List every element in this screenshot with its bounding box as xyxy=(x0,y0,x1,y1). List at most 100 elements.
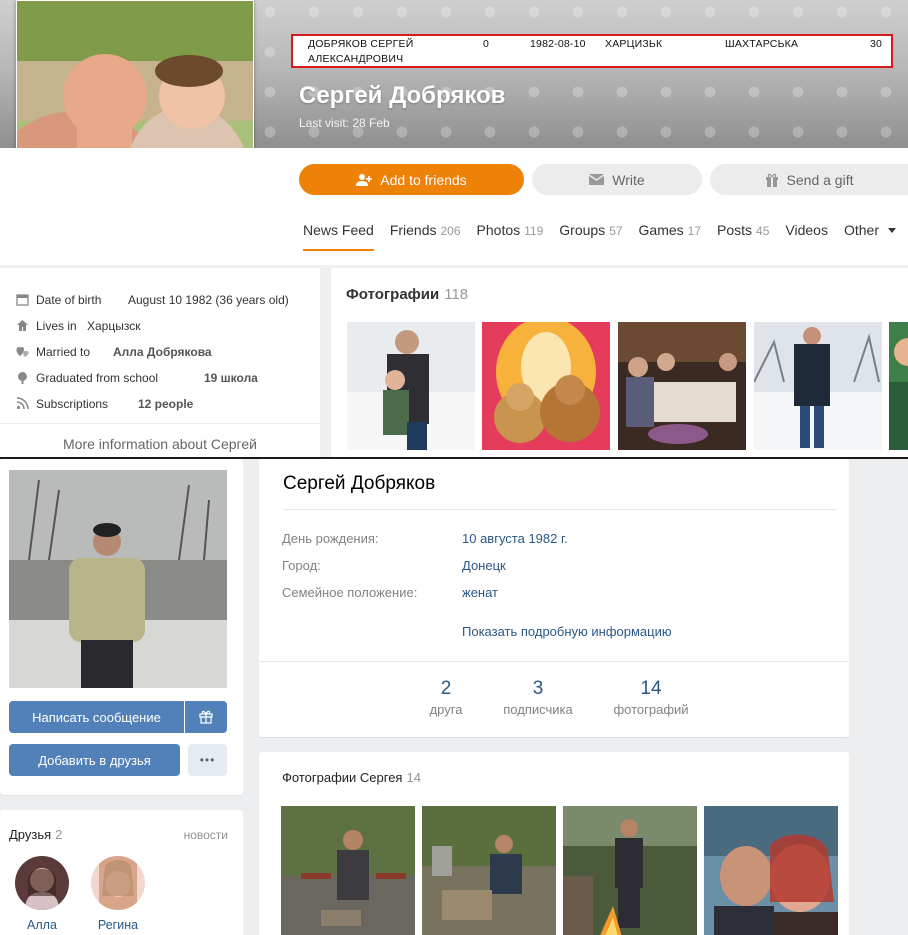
send-gift-label: Send a gift xyxy=(786,171,854,188)
vk-gift-button[interactable] xyxy=(185,701,227,733)
info-value[interactable]: Донецк xyxy=(462,558,506,573)
info-label: Город: xyxy=(282,558,321,573)
tab-count: 119 xyxy=(524,224,544,238)
tab-label: Friends xyxy=(389,222,437,238)
tab-friends[interactable]: Friends 206 xyxy=(390,222,461,238)
tab-videos[interactable]: Videos xyxy=(785,222,828,238)
add-user-icon xyxy=(356,173,373,186)
info-label: Date of birth xyxy=(36,292,102,307)
add-to-friends-label: Add to friends xyxy=(380,171,467,188)
profile-name: Сергей Добряков xyxy=(299,82,506,109)
send-message-button[interactable]: Написать сообщение xyxy=(9,701,184,733)
info-value[interactable]: Харцызск xyxy=(87,319,140,333)
vk-profile-name: Сергей Добряков xyxy=(283,473,436,494)
photo-thumb[interactable] xyxy=(704,806,838,935)
friend-name: Регина xyxy=(97,918,139,932)
stat-number: 2 xyxy=(440,678,452,699)
record-birth-date: 1982-08-10 xyxy=(530,38,586,50)
photo-thumb[interactable] xyxy=(281,806,415,935)
write-button[interactable]: Write xyxy=(532,164,702,195)
vk-info-row-birthday: День рождения: 10 августа 1982 г. xyxy=(282,531,568,546)
stat-label: друга xyxy=(429,702,463,717)
record-house: 30 xyxy=(870,38,883,50)
info-value[interactable]: 19 школа xyxy=(204,371,258,385)
add-to-friends-button[interactable]: Add to friends xyxy=(299,164,524,195)
vk-profile-panel: Написать сообщение Добавить в друзья •••… xyxy=(0,457,908,935)
tab-news-feed[interactable]: News Feed xyxy=(303,222,374,251)
tab-label: Groups xyxy=(559,222,606,238)
vk-friends-card: Друзья 2 новости Алла Регина xyxy=(0,810,243,935)
vk-photos-title[interactable]: Фотографии Сергея 14 xyxy=(282,770,421,785)
photo-thumb[interactable] xyxy=(482,322,610,450)
vk-avatar-card: Написать сообщение Добавить в друзья ••• xyxy=(0,459,243,795)
stat-number: 3 xyxy=(532,678,544,699)
vk-profile-info-card: Сергей Добряков День рождения: 10 август… xyxy=(259,459,849,737)
gift-icon xyxy=(765,173,778,187)
info-value[interactable]: 12 people xyxy=(138,397,193,411)
photos-title: Фотографии 118 xyxy=(346,286,468,303)
friend-name: Алла xyxy=(27,918,57,932)
calendar-icon xyxy=(15,292,30,307)
tab-label: Photos xyxy=(476,222,521,238)
info-label: Married to xyxy=(36,344,91,359)
more-dots-icon: ••• xyxy=(199,753,216,767)
info-row-city: Lives in Харцызск xyxy=(15,318,140,333)
photo-thumb[interactable] xyxy=(754,322,882,450)
tab-label: News Feed xyxy=(303,222,374,238)
vk-info-row-family: Семейное положение: женат xyxy=(282,585,498,600)
tab-count: 206 xyxy=(440,224,461,238)
profile-actions-bar: Add to friends Write Send a gift News Fe… xyxy=(0,148,908,265)
friends-title-text: Друзья xyxy=(9,827,52,842)
friends-news-link[interactable]: новости xyxy=(184,828,228,842)
tab-games[interactable]: Games 17 xyxy=(639,222,701,238)
friend-item[interactable]: Регина xyxy=(86,856,150,932)
stat-friends[interactable]: 2 друга xyxy=(425,678,467,717)
photo-thumb[interactable] xyxy=(889,322,908,450)
envelope-icon xyxy=(589,174,605,185)
add-friend-button[interactable]: Добавить в друзья xyxy=(9,744,180,776)
ok-profile-panel: 3 51 ДОБРЯКОВ СЕРГЕЙ АЛЕКСАНДРОВИЧ 0 198… xyxy=(0,0,908,457)
info-value[interactable]: 10 августа 1982 г. xyxy=(462,531,568,546)
tab-label: Videos xyxy=(785,222,828,238)
info-label: Семейное положение: xyxy=(282,585,418,600)
record-city: ХАРЦИЗЬК xyxy=(605,38,663,50)
vk-profile-avatar[interactable] xyxy=(9,470,227,688)
friend-item[interactable]: Алла xyxy=(10,856,74,932)
rss-icon xyxy=(15,396,30,411)
friends-title[interactable]: Друзья 2 xyxy=(9,827,62,842)
photo-thumb[interactable] xyxy=(422,806,556,935)
stat-label: фотографий xyxy=(613,702,689,717)
more-info-link[interactable]: More information about Сергей xyxy=(0,423,320,452)
photo-thumb[interactable] xyxy=(618,322,746,450)
photo-thumb[interactable] xyxy=(563,806,697,935)
add-friend-label: Добавить в друзья xyxy=(38,752,151,768)
last-visit: Last visit: 28 Feb xyxy=(299,116,390,130)
divider xyxy=(259,661,849,662)
info-label: Graduated from school xyxy=(36,370,159,385)
photo-thumb[interactable] xyxy=(347,322,475,450)
tab-label: Other xyxy=(843,222,879,238)
stat-followers[interactable]: 3 подписчика xyxy=(495,678,581,717)
ok-photos-card: Фотографии 118 xyxy=(331,268,908,457)
tab-posts[interactable]: Posts 45 xyxy=(717,222,769,238)
tab-photos[interactable]: Photos 119 xyxy=(477,222,544,238)
tab-groups[interactable]: Groups 57 xyxy=(559,222,622,238)
profile-tabs: News Feed Friends 206 Photos 119 Groups 57 … xyxy=(303,222,896,251)
show-details-link[interactable]: Показать подробную информацию xyxy=(462,624,672,639)
info-row-married: Married to Алла Добрякова xyxy=(15,344,212,359)
photos-title-text: Фотографии xyxy=(346,286,440,303)
tab-other[interactable]: Other xyxy=(844,222,896,238)
more-actions-button[interactable]: ••• xyxy=(188,744,227,776)
info-value[interactable]: женат xyxy=(462,585,498,600)
vk-photos-card: Фотографии Сергея 14 xyxy=(259,752,849,935)
record-name-line1: ДОБРЯКОВ СЕРГЕЙ xyxy=(308,38,414,50)
send-gift-button[interactable]: Send a gift xyxy=(710,164,908,195)
home-icon xyxy=(15,318,30,333)
info-value[interactable]: Алла Добрякова xyxy=(113,345,212,359)
info-label: День рождения: xyxy=(282,531,379,546)
hearts-icon xyxy=(15,344,30,359)
profile-info-card: Date of birth August 10 1982 (36 years o… xyxy=(0,268,320,457)
stat-photos[interactable]: 14 фотографий xyxy=(606,678,696,717)
tab-label: Posts xyxy=(717,222,753,238)
screenshot-root: 3 51 ДОБРЯКОВ СЕРГЕЙ АЛЕКСАНДРОВИЧ 0 198… xyxy=(0,0,908,935)
